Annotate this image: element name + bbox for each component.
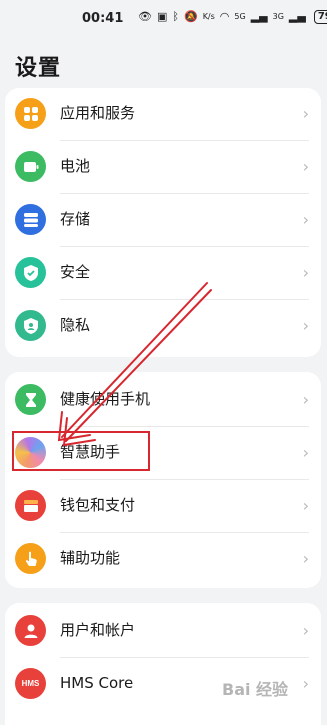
- annotation-arrows: [57, 282, 212, 447]
- watermark: Bai 经验: [222, 680, 289, 699]
